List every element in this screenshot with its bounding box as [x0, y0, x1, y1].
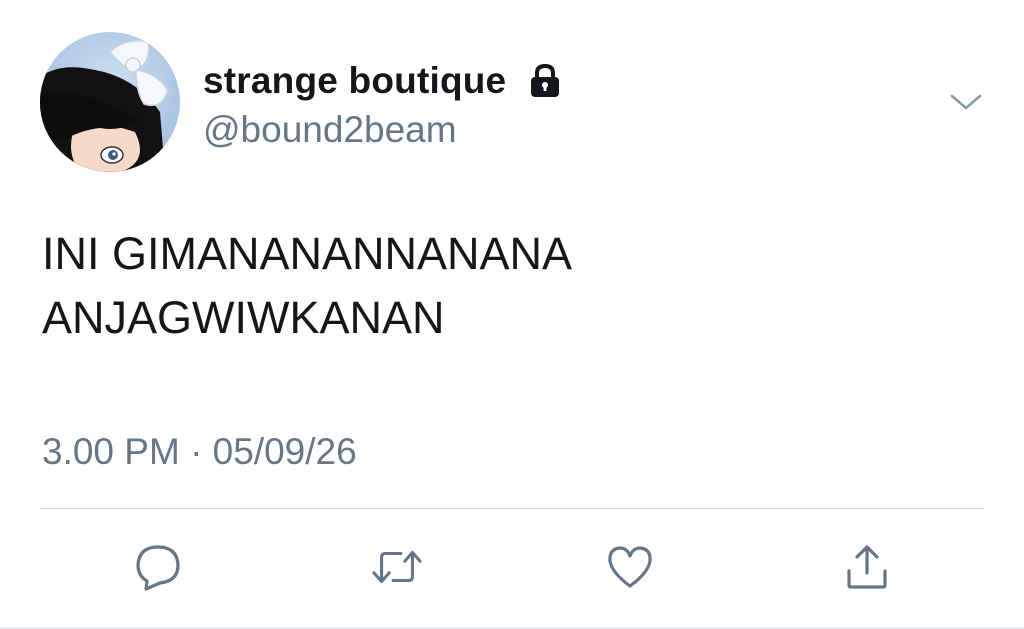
retweet-arrows-icon [372, 550, 422, 584]
speech-bubble-icon [136, 545, 180, 591]
divider [40, 508, 984, 509]
avatar-image [40, 32, 180, 172]
tweet-timestamp[interactable]: 3.00 PM · 05/09/26 [42, 428, 357, 476]
heart-icon [608, 546, 652, 588]
chevron-down-icon[interactable] [946, 86, 986, 118]
author-name-row[interactable]: strange boutique [203, 58, 564, 104]
display-name[interactable]: strange boutique [203, 58, 506, 104]
tweet-text-line: ANJAGWIWKANAN [42, 292, 445, 343]
tweet-detail: strange boutique @bound2beam INI GIMANAN… [0, 0, 1024, 629]
avatar[interactable] [40, 32, 180, 172]
reply-button[interactable] [131, 540, 185, 594]
tweet-text: INI GIMANANANNANANA ANJAGWIWKANAN [42, 222, 942, 350]
author-handle[interactable]: @bound2beam [203, 108, 457, 152]
share-button[interactable] [840, 540, 894, 594]
retweet-button[interactable] [370, 540, 424, 594]
lock-icon [526, 62, 564, 100]
like-button[interactable] [603, 540, 657, 594]
tweet-text-line: INI GIMANANANNANANA [42, 228, 573, 279]
share-upload-icon [847, 545, 887, 589]
